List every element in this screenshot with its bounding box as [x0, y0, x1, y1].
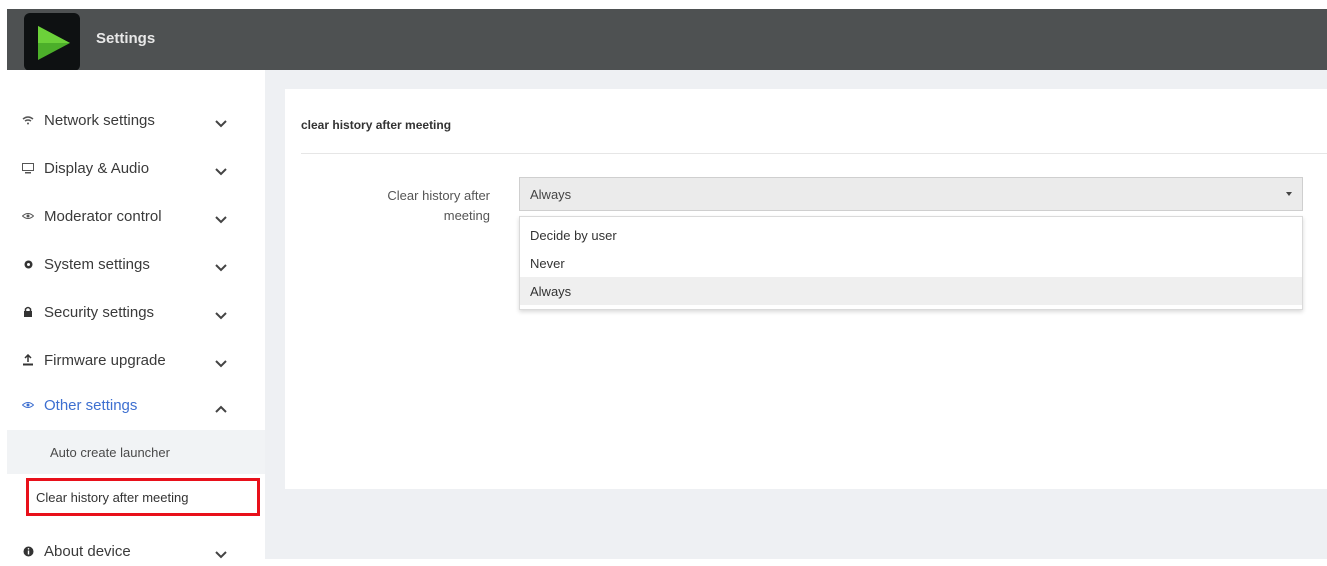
gear-icon [22, 258, 34, 270]
app-logo-icon[interactable] [24, 13, 80, 71]
caret-down-icon [1286, 192, 1292, 196]
sidebar-item-label: Firmware upgrade [44, 351, 166, 369]
option-label: Always [530, 284, 572, 299]
select-dropdown: Decide by user Never Always [519, 216, 1303, 310]
clear-history-select[interactable]: Always [519, 177, 1303, 211]
chevron-down-icon [215, 259, 227, 276]
sidebar-item-label: System settings [44, 255, 150, 273]
wifi-icon [22, 114, 34, 126]
field-label: Clear history after meeting [330, 186, 490, 226]
eye-icon [22, 399, 34, 411]
divider [301, 153, 1327, 154]
panel-title: clear history after meeting [301, 118, 452, 132]
field-label-line: meeting [443, 208, 490, 223]
chevron-down-icon [215, 307, 227, 324]
sidebar-subitem-auto-create-launcher[interactable]: Auto create launcher [50, 445, 170, 460]
sidebar-item-label: About device [44, 542, 131, 560]
option-label: Decide by user [530, 228, 617, 243]
option-decide-by-user[interactable]: Decide by user [520, 221, 1302, 249]
sidebar-item-other-settings[interactable]: Other settings [22, 390, 242, 420]
sidebar-item-label: Other settings [44, 396, 138, 414]
option-never[interactable]: Never [520, 249, 1302, 277]
chevron-down-icon [215, 546, 227, 563]
sidebar-item-firmware-upgrade[interactable]: Firmware upgrade [22, 345, 242, 375]
sidebar-item-system-settings[interactable]: System settings [22, 249, 242, 279]
option-label: Never [530, 256, 565, 271]
eye-icon [22, 210, 34, 222]
field-label-line: Clear history after [387, 188, 490, 203]
chevron-down-icon [215, 163, 227, 180]
sidebar-item-label: Display & Audio [44, 159, 150, 177]
top-bar [7, 9, 1327, 70]
app-title: Settings [96, 30, 156, 47]
lock-icon [22, 306, 34, 318]
chevron-down-icon [215, 355, 227, 372]
chevron-up-icon [215, 400, 227, 417]
info-icon [22, 545, 34, 557]
upload-icon [22, 354, 34, 366]
sidebar-subitem-clear-history[interactable]: Clear history after meeting [36, 490, 188, 505]
sidebar-item-label: Moderator control [44, 207, 162, 225]
sidebar-item-display-audio[interactable]: Display & Audio [22, 153, 242, 183]
select-value: Always [530, 187, 572, 202]
chevron-down-icon [215, 115, 227, 132]
sidebar-item-network-settings[interactable]: Network settings [22, 105, 242, 135]
monitor-icon [22, 162, 34, 174]
option-always[interactable]: Always [520, 277, 1302, 305]
sidebar-item-label: Network settings [44, 111, 155, 129]
chevron-down-icon [215, 211, 227, 228]
sidebar-item-label: Security settings [44, 303, 155, 321]
sidebar-item-about-device[interactable]: About device [22, 536, 242, 566]
sidebar-item-moderator-control[interactable]: Moderator control [22, 201, 242, 231]
sidebar-item-security-settings[interactable]: Security settings [22, 297, 242, 327]
